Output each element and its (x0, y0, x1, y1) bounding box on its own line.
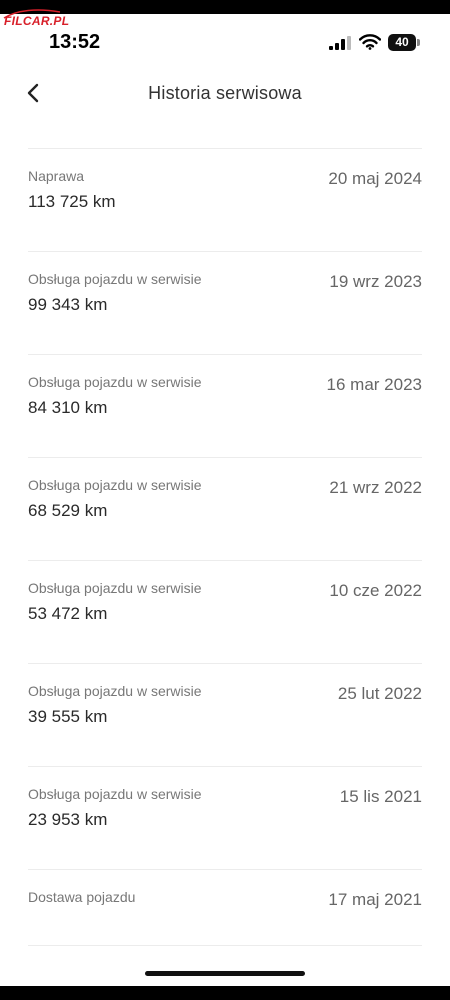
history-item-date: 19 wrz 2023 (329, 272, 422, 291)
history-item-date: 15 lis 2021 (339, 787, 422, 806)
history-item[interactable]: Dostawa pojazdu 17 maj 2021 (28, 869, 422, 946)
history-item-mileage: 23 953 km (28, 810, 108, 829)
battery-level: 40 (395, 35, 409, 49)
history-item-mileage: 53 472 km (28, 604, 108, 623)
battery-icon: 40 (388, 34, 420, 51)
history-item[interactable]: Obsługa pojazdu w serwisie 23 953 km 15 … (28, 766, 422, 869)
status-bar: 13:52 40 (0, 28, 450, 58)
navigation-bar: Historia serwisowa (0, 72, 450, 116)
history-item-type: Obsługa pojazdu w serwisie (28, 271, 202, 287)
signal-bars-icon (329, 36, 351, 50)
page-title: Historia serwisowa (148, 83, 302, 103)
history-item[interactable]: Obsługa pojazdu w serwisie 53 472 km 10 … (28, 560, 422, 663)
history-item-type: Naprawa (28, 168, 85, 184)
history-item-date: 16 mar 2023 (326, 375, 422, 394)
bottom-frame (0, 986, 450, 1000)
history-item-type: Obsługa pojazdu w serwisie (28, 786, 202, 802)
history-item-type: Dostawa pojazdu (28, 889, 136, 905)
history-item-mileage: 68 529 km (28, 501, 108, 520)
history-item[interactable]: Naprawa 113 725 km 20 maj 2024 (28, 148, 422, 251)
history-item[interactable]: Obsługa pojazdu w serwisie 99 343 km 19 … (28, 251, 422, 354)
history-item-mileage: 99 343 km (28, 295, 108, 314)
watermark-logo: FILCAR.PL (4, 14, 70, 28)
history-item-mileage: 39 555 km (28, 707, 108, 726)
top-frame (0, 0, 450, 14)
battery-cap (417, 39, 420, 46)
history-item[interactable]: Obsługa pojazdu w serwisie 84 310 km 16 … (28, 354, 422, 457)
history-item-type: Obsługa pojazdu w serwisie (28, 477, 202, 493)
service-history-list: Naprawa 113 725 km 20 maj 2024 Obsługa p… (28, 148, 422, 946)
history-item-date: 25 lut 2022 (337, 684, 422, 703)
history-item[interactable]: Obsługa pojazdu w serwisie 39 555 km 25 … (28, 663, 422, 766)
history-item[interactable]: Obsługa pojazdu w serwisie 68 529 km 21 … (28, 457, 422, 560)
history-item-mileage: 113 725 km (28, 192, 116, 211)
home-indicator[interactable] (145, 971, 305, 976)
history-item-date: 21 wrz 2022 (329, 478, 422, 497)
wifi-icon (359, 34, 381, 50)
history-item-date: 10 cze 2022 (329, 581, 422, 600)
history-item-type: Obsługa pojazdu w serwisie (28, 683, 202, 699)
history-item-date: 17 maj 2021 (328, 890, 422, 909)
history-item-type: Obsługa pojazdu w serwisie (28, 580, 202, 596)
history-item-mileage: 84 310 km (28, 398, 108, 417)
history-item-type: Obsługa pojazdu w serwisie (28, 374, 202, 390)
history-item-date: 20 maj 2024 (328, 169, 422, 188)
status-time: 13:52 (49, 31, 101, 53)
